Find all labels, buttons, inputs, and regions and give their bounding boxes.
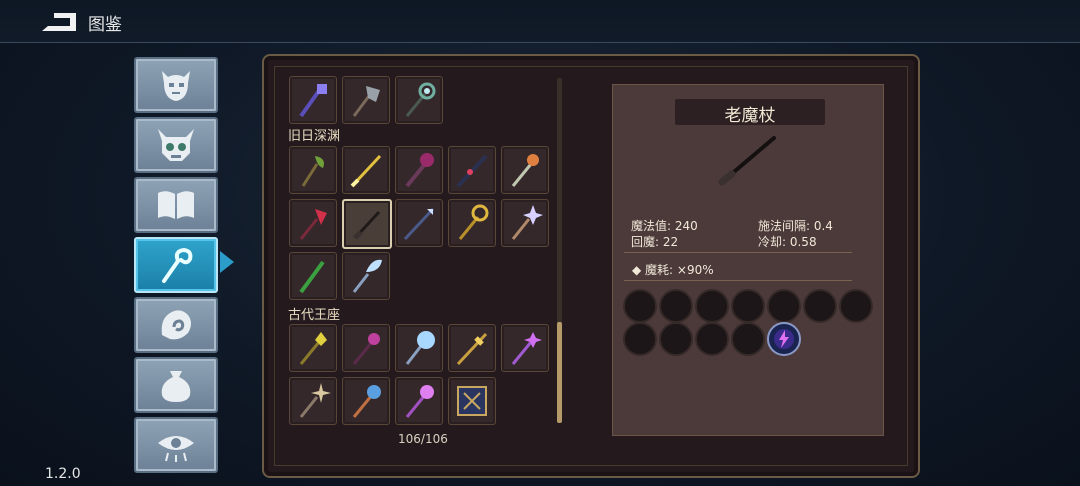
staff-cell[interactable] <box>395 324 443 372</box>
divider <box>624 252 852 253</box>
horned-skull-icon <box>158 129 194 161</box>
top-bar: 图鉴 <box>0 0 1080 43</box>
staff-cell-selected[interactable] <box>342 199 392 249</box>
staff-cell[interactable] <box>395 76 443 124</box>
staff-cell[interactable] <box>395 146 443 194</box>
detail-item-name: 老魔杖 <box>724 106 776 126</box>
stat-mana: 魔法值: 240 <box>631 219 698 233</box>
category-staffs-button[interactable] <box>134 237 218 293</box>
staff-cell[interactable] <box>342 324 390 372</box>
spell-slot-filled[interactable] <box>767 322 801 356</box>
demon-face-icon <box>162 71 190 101</box>
golden-blade-staff-icon <box>350 154 382 188</box>
teal-orb-staff-icon <box>405 82 436 117</box>
staff-collection-grid[interactable]: 旧日深渊 古代王座 <box>272 64 556 460</box>
shadow-spear-icon <box>456 154 488 188</box>
mana-cost: ◆ 魔耗: ×90% <box>632 263 714 277</box>
selected-category-arrow-icon <box>220 251 234 273</box>
ice-burst-staff-icon <box>405 331 435 365</box>
version-label: 1.2.0 <box>45 466 81 482</box>
staff-cell[interactable] <box>342 146 390 194</box>
staff-cell[interactable] <box>395 199 443 247</box>
spell-slot[interactable] <box>731 322 765 356</box>
vine-staff-icon <box>299 260 325 294</box>
staff-cell[interactable] <box>342 76 390 124</box>
open-book-icon <box>158 191 194 219</box>
spell-slot[interactable] <box>731 289 765 323</box>
spell-slot[interactable] <box>803 289 837 323</box>
spell-slot[interactable] <box>623 289 657 323</box>
staff-cell[interactable] <box>289 76 337 124</box>
eye-icon <box>158 436 194 462</box>
staff-cell[interactable] <box>289 252 337 300</box>
category-tomes-button[interactable] <box>134 177 218 233</box>
gold-cross-staff-icon <box>458 204 489 240</box>
section-label-abyss: 旧日深渊 <box>288 129 341 144</box>
golden-spear-icon <box>456 332 488 366</box>
spell-slot[interactable] <box>659 289 693 323</box>
arcane-crown-staff-icon <box>405 385 434 418</box>
ice-lance-icon <box>403 207 435 241</box>
staff-cell[interactable] <box>342 377 390 425</box>
category-items-button[interactable] <box>134 357 218 413</box>
spell-slot[interactable] <box>695 289 729 323</box>
stat-cooldown: 冷却: 0.58 <box>758 235 817 249</box>
staff-cell[interactable] <box>448 377 496 425</box>
elder-wand-icon <box>353 210 381 240</box>
category-skills-button[interactable] <box>134 297 218 353</box>
staff-cell[interactable] <box>448 199 496 247</box>
spell-slot[interactable] <box>659 322 693 356</box>
swirl-hand-icon <box>161 310 191 340</box>
spell-slot[interactable] <box>695 322 729 356</box>
spell-slot[interactable] <box>767 289 801 323</box>
elder-wand-preview-icon <box>718 136 776 186</box>
staff-cell[interactable] <box>501 146 549 194</box>
stat-cast-interval: 施法间隔: 0.4 <box>758 219 833 233</box>
grey-axe-icon <box>352 86 380 117</box>
sky-orb-staff-icon <box>352 385 381 418</box>
star-crystal-staff-icon <box>511 205 543 240</box>
staff-cell[interactable] <box>289 377 337 425</box>
stat-mana-regen: 回魔: 22 <box>631 235 679 249</box>
green-leaf-staff-icon <box>301 156 324 187</box>
category-monsters-button[interactable] <box>134 57 218 113</box>
collection-count: 106/106 <box>398 432 448 446</box>
dark-orb-staff-icon <box>405 153 434 188</box>
frost-feather-staff-icon <box>352 259 382 293</box>
collection-scroll-thumb[interactable] <box>557 322 562 423</box>
staff-cell[interactable] <box>342 252 390 300</box>
staff-cell[interactable] <box>289 146 337 194</box>
compass-staff-icon <box>299 383 331 418</box>
crimson-staff-icon <box>299 209 327 240</box>
topaz-staff-icon <box>299 332 327 365</box>
violet-star-staff-icon <box>511 332 542 365</box>
crystal-staff-icon <box>511 154 539 187</box>
staff-cell[interactable] <box>289 199 337 247</box>
back-arrow-icon[interactable] <box>40 9 78 33</box>
page-title: 图鉴 <box>88 15 122 35</box>
staff-cell[interactable] <box>395 377 443 425</box>
staff-cell[interactable] <box>501 324 549 372</box>
amethyst-staff-icon <box>352 333 380 365</box>
rune-tome-icon <box>457 386 487 416</box>
purple-staff-icon <box>299 84 327 118</box>
magic-staff-icon <box>162 247 193 283</box>
staff-cell[interactable] <box>289 324 337 372</box>
category-misc-button[interactable] <box>134 417 218 473</box>
pouch-icon <box>161 371 191 402</box>
lightning-spell-icon <box>774 329 794 349</box>
spell-slot[interactable] <box>623 322 657 356</box>
spell-slot[interactable] <box>839 289 873 323</box>
category-bosses-button[interactable] <box>134 117 218 173</box>
section-label-throne: 古代王座 <box>288 308 341 323</box>
staff-cell[interactable] <box>501 199 549 247</box>
divider <box>624 280 852 281</box>
staff-cell[interactable] <box>448 146 496 194</box>
staff-cell[interactable] <box>448 324 496 372</box>
